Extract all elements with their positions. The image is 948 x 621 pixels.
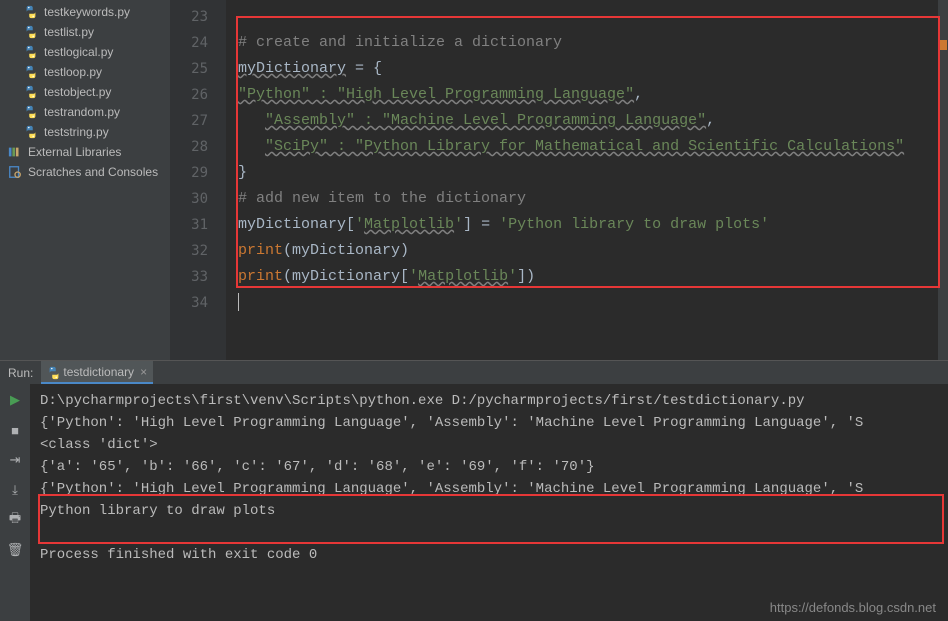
line-number: 34 xyxy=(170,290,226,316)
python-file-icon xyxy=(24,5,38,19)
code-line[interactable]: print(myDictionary['Matplotlib']) xyxy=(226,264,948,290)
close-icon[interactable]: × xyxy=(140,365,147,379)
project-tree: testkeywords.py testlist.py testlogical.py… xyxy=(0,0,170,360)
line-gutter: 232425262728293031323334 xyxy=(170,0,226,360)
file-item[interactable]: testobject.py xyxy=(0,82,170,102)
file-label: testlogical.py xyxy=(44,45,113,59)
console-line xyxy=(40,522,938,544)
code-editor[interactable]: 232425262728293031323334 # create and in… xyxy=(170,0,948,360)
python-file-icon xyxy=(24,25,38,39)
code-line[interactable]: "Python" : "High Level Programming Langu… xyxy=(226,82,948,108)
file-label: testkeywords.py xyxy=(44,5,130,19)
code-line[interactable]: } xyxy=(226,160,948,186)
file-label: testrandom.py xyxy=(44,105,120,119)
library-icon xyxy=(8,145,22,159)
console-line: {'Python': 'High Level Programming Langu… xyxy=(40,478,938,500)
file-item[interactable]: teststring.py xyxy=(0,122,170,142)
code-line[interactable]: myDictionary['Matplotlib'] = 'Python lib… xyxy=(226,212,948,238)
code-area[interactable]: # create and initialize a dictionarymyDi… xyxy=(226,0,948,360)
code-line[interactable]: # add new item to the dictionary xyxy=(226,186,948,212)
console-toolbar: ▶ ■ ⇥ ⤓ 🖶 🗑 xyxy=(0,384,30,621)
clear-button[interactable]: 🗑 xyxy=(5,540,25,560)
console-line: D:\pycharmprojects\first\venv\Scripts\py… xyxy=(40,390,938,412)
run-label: Run: xyxy=(0,361,41,384)
file-item[interactable]: testlogical.py xyxy=(0,42,170,62)
python-file-icon xyxy=(24,85,38,99)
editor-scrollbar[interactable] xyxy=(938,0,948,360)
watermark: https://defonds.blog.csdn.net xyxy=(770,600,936,615)
console-line: Python library to draw plots xyxy=(40,500,938,522)
scratches-label: Scratches and Consoles xyxy=(28,165,158,179)
code-line[interactable]: "SciPy" : "Python Library for Mathematic… xyxy=(226,134,948,160)
python-icon xyxy=(47,366,59,378)
file-item[interactable]: testloop.py xyxy=(0,62,170,82)
code-line[interactable]: # create and initialize a dictionary xyxy=(226,30,948,56)
toggle-softwrap-button[interactable]: ⇥ xyxy=(5,450,25,470)
line-number: 30 xyxy=(170,186,226,212)
code-line[interactable] xyxy=(226,290,948,316)
file-label: testlist.py xyxy=(44,25,94,39)
code-line[interactable]: myDictionary = { xyxy=(226,56,948,82)
scratches-icon xyxy=(8,165,22,179)
console-line: {'a': '65', 'b': '66', 'c': '67', 'd': '… xyxy=(40,456,938,478)
console-line: {'Python': 'High Level Programming Langu… xyxy=(40,412,938,434)
scratches-consoles[interactable]: Scratches and Consoles xyxy=(0,162,170,182)
stop-button[interactable]: ■ xyxy=(5,420,25,440)
line-number: 33 xyxy=(170,264,226,290)
file-item[interactable]: testrandom.py xyxy=(0,102,170,122)
file-label: teststring.py xyxy=(44,125,109,139)
line-number: 27 xyxy=(170,108,226,134)
line-number: 28 xyxy=(170,134,226,160)
code-line[interactable] xyxy=(226,4,948,30)
line-number: 31 xyxy=(170,212,226,238)
print-button[interactable]: 🖶 xyxy=(5,510,25,530)
line-number: 26 xyxy=(170,82,226,108)
line-number: 32 xyxy=(170,238,226,264)
line-number: 23 xyxy=(170,4,226,30)
line-number: 25 xyxy=(170,56,226,82)
python-file-icon xyxy=(24,45,38,59)
run-tab-label: testdictionary xyxy=(63,365,134,379)
scroll-to-end-button[interactable]: ⤓ xyxy=(5,480,25,500)
external-libs-label: External Libraries xyxy=(28,145,121,159)
python-file-icon xyxy=(24,105,38,119)
file-label: testobject.py xyxy=(44,85,111,99)
line-number: 29 xyxy=(170,160,226,186)
console-output[interactable]: D:\pycharmprojects\first\venv\Scripts\py… xyxy=(30,384,948,621)
run-console: ▶ ■ ⇥ ⤓ 🖶 🗑 D:\pycharmprojects\first\ven… xyxy=(0,384,948,621)
file-label: testloop.py xyxy=(44,65,102,79)
file-item[interactable]: testlist.py xyxy=(0,22,170,42)
line-number: 24 xyxy=(170,30,226,56)
run-panel-header: Run: testdictionary × xyxy=(0,360,948,384)
console-line: <class 'dict'> xyxy=(40,434,938,456)
file-item[interactable]: testkeywords.py xyxy=(0,2,170,22)
run-tab[interactable]: testdictionary × xyxy=(41,361,153,384)
python-file-icon xyxy=(24,125,38,139)
code-line[interactable]: print(myDictionary) xyxy=(226,238,948,264)
rerun-button[interactable]: ▶ xyxy=(5,390,25,410)
code-line[interactable]: "Assembly" : "Machine Level Programming … xyxy=(226,108,948,134)
console-line: Process finished with exit code 0 xyxy=(40,544,938,566)
python-file-icon xyxy=(24,65,38,79)
external-libraries[interactable]: External Libraries xyxy=(0,142,170,162)
